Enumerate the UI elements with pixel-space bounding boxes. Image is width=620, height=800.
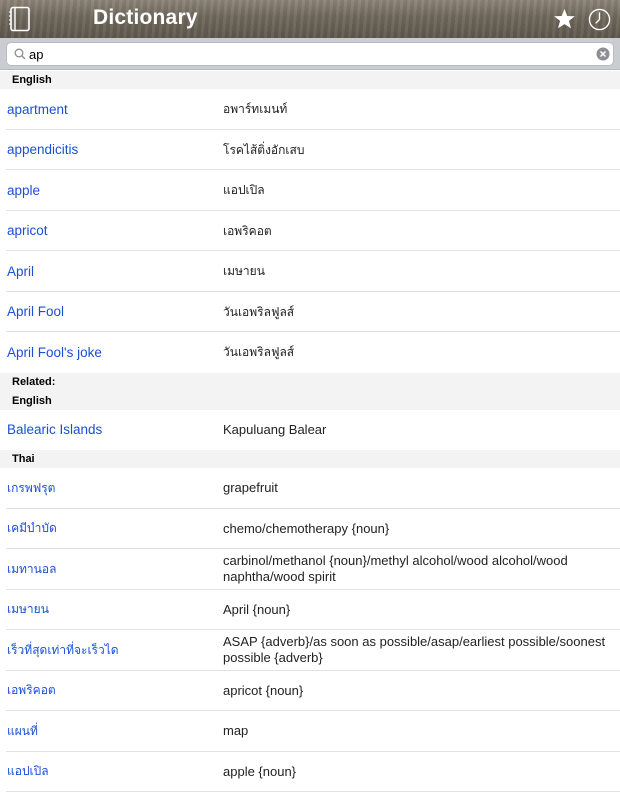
- entry-translation: carbinol/methanol {noun}/methyl alcohol/…: [223, 553, 568, 585]
- list-item[interactable]: เอพริคอต apricot {noun}: [0, 670, 620, 711]
- entry-term: apple: [7, 182, 41, 198]
- list-item[interactable]: appendicitis โรคไส้ติ่งอักเสบ: [0, 129, 620, 170]
- entry-term: เมษายน: [7, 602, 49, 617]
- section-header-english: English: [0, 71, 620, 89]
- entry-term: apricot: [7, 223, 48, 239]
- entry-translation: อพาร์ทเมนท์: [223, 102, 288, 117]
- list-item[interactable]: apple แอปเปิล: [0, 170, 620, 211]
- list-item[interactable]: แผนที่ map: [0, 711, 620, 752]
- list-item[interactable]: apartment อพาร์ทเมนท์: [0, 89, 620, 130]
- search-icon: [14, 48, 26, 60]
- entry-term: เอพริคอต: [7, 683, 56, 698]
- section-header-thai: Thai: [0, 450, 620, 468]
- list-item[interactable]: เมษายน April {noun}: [0, 589, 620, 630]
- entry-translation: Kapuluang Balear: [223, 421, 327, 437]
- list-item[interactable]: April เมษายน: [0, 251, 620, 292]
- entry-term: appendicitis: [7, 142, 79, 158]
- list-item[interactable]: Balearic Islands Kapuluang Balear: [0, 409, 620, 450]
- entry-term: เกรพฟรุต: [7, 480, 56, 495]
- entry-term: เคมีบำบัด: [7, 521, 57, 536]
- list-item[interactable]: เกรพฟรุต grapefruit: [0, 468, 620, 509]
- navigation-bar: Dictionary: [0, 0, 620, 38]
- list-item[interactable]: apricot เอพริคอต: [0, 210, 620, 251]
- list-item[interactable]: เร็วที่สุดเท่าที่จะเร็วได ASAP {adverb}/…: [0, 630, 620, 671]
- entry-term: แอปเปิล: [7, 764, 49, 779]
- entry-translation: แอปเปิล: [223, 183, 265, 198]
- search-field[interactable]: [6, 42, 614, 66]
- entry-translation: ASAP {adverb}/as soon as possible/asap/e…: [223, 634, 606, 666]
- star-icon[interactable]: [553, 8, 576, 30]
- search-bar: [0, 38, 620, 70]
- entry-translation: April {noun}: [223, 601, 291, 617]
- entry-translation: map: [223, 723, 249, 739]
- entry-term: เมทานอล: [7, 561, 57, 576]
- entry-term: apartment: [7, 101, 68, 117]
- list-item[interactable]: เคมีบำบัด chemo/chemotherapy {noun}: [0, 508, 620, 549]
- list-item[interactable]: April Fool วันเอพริลฟูลส์: [0, 291, 620, 332]
- list-item[interactable]: แอปเปิล apple {noun}: [0, 751, 620, 792]
- entry-term: เร็วที่สุดเท่าที่จะเร็วได: [7, 642, 119, 657]
- list-item[interactable]: April Fool's joke วันเอพริลฟูลส์: [0, 332, 620, 373]
- clear-icon[interactable]: [596, 47, 610, 61]
- page-title: Dictionary: [93, 6, 198, 29]
- entry-translation: วันเอพริลฟูลส์: [223, 304, 295, 319]
- entry-translation: เมษายน: [223, 264, 265, 279]
- entry-term: แผนที่: [7, 723, 38, 738]
- entry-term: April Fool's joke: [7, 344, 102, 360]
- entry-translation: chemo/chemotherapy {noun}: [223, 520, 390, 536]
- entry-translation: apricot {noun}: [223, 682, 304, 698]
- book-icon[interactable]: [8, 6, 32, 32]
- clock-icon[interactable]: [588, 8, 611, 31]
- entry-term: April Fool: [7, 304, 65, 320]
- section-header-related: Related:: [0, 372, 620, 392]
- results-list: English apartment อพาร์ทเมนท์ appendicit…: [0, 71, 620, 792]
- section-header-related-english: English: [0, 391, 620, 410]
- entry-translation: โรคไส้ติ่งอักเสบ: [223, 142, 305, 157]
- entry-translation: apple {noun}: [223, 763, 297, 779]
- entry-term: April: [7, 263, 35, 279]
- list-item[interactable]: เมทานอล carbinol/methanol {noun}/methyl …: [0, 549, 620, 590]
- entry-term: Balearic Islands: [7, 422, 103, 438]
- search-input[interactable]: [29, 45, 589, 64]
- entry-translation: เอพริคอต: [223, 223, 272, 238]
- entry-translation: grapefruit: [223, 480, 278, 496]
- entry-translation: วันเอพริลฟูลส์: [223, 345, 295, 360]
